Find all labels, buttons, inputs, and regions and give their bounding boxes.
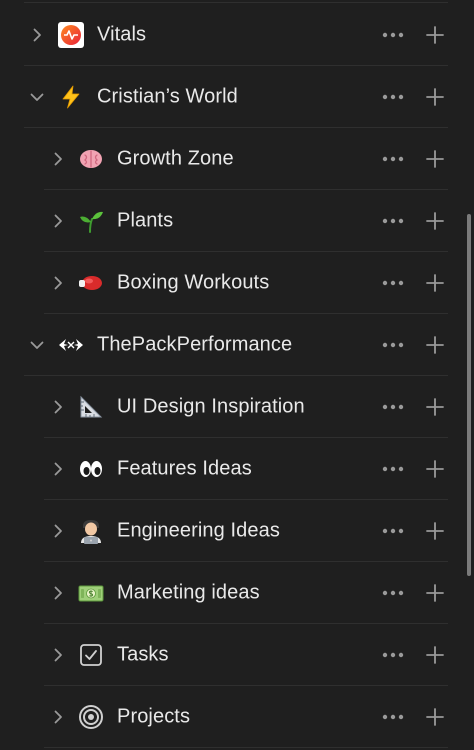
add-icon[interactable]: [424, 582, 446, 604]
lightning-icon: [57, 83, 85, 111]
more-options-icon[interactable]: [380, 149, 406, 169]
sidebar-item-features-ideas[interactable]: Features Ideas: [44, 438, 448, 500]
add-icon[interactable]: [424, 24, 446, 46]
more-options-icon[interactable]: [380, 583, 406, 603]
vitals-logo-icon: [57, 21, 85, 49]
chevron-right-icon[interactable]: [48, 707, 68, 727]
sidebar-item-label: Projects: [117, 705, 191, 727]
more-options-icon[interactable]: [380, 25, 406, 45]
scrollbar[interactable]: [467, 214, 471, 576]
sidebar-item-label: Boxing Workouts: [117, 271, 270, 293]
add-icon[interactable]: [424, 644, 446, 666]
chevron-right-icon[interactable]: [48, 521, 68, 541]
sidebar-item-label: Vitals: [97, 23, 147, 45]
add-icon[interactable]: [424, 210, 446, 232]
chevron-right-icon[interactable]: [48, 583, 68, 603]
sidebar-item-label: Features Ideas: [117, 457, 252, 479]
brain-icon: [77, 145, 105, 173]
chevron-right-icon[interactable]: [27, 25, 47, 45]
pack-logo-icon: [57, 331, 85, 359]
technologist-icon: [77, 517, 105, 545]
add-icon[interactable]: [424, 86, 446, 108]
more-options-icon[interactable]: [380, 87, 406, 107]
chevron-right-icon[interactable]: [48, 397, 68, 417]
sidebar-item-label: Tasks: [117, 643, 169, 665]
sidebar-item-label: Cristian’s World: [97, 85, 238, 107]
sidebar-item-thepackperformance[interactable]: ThePackPerformance: [24, 314, 448, 376]
triangular-ruler-icon: [77, 393, 105, 421]
dollar-banknote-icon: [77, 579, 105, 607]
sidebar-item-growth-zone[interactable]: Growth Zone: [44, 128, 448, 190]
sidebar-item-plants[interactable]: Plants: [44, 190, 448, 252]
more-options-icon[interactable]: [380, 211, 406, 231]
chevron-right-icon[interactable]: [48, 273, 68, 293]
seedling-icon: [77, 207, 105, 235]
more-options-icon[interactable]: [380, 459, 406, 479]
sidebar: Vitals Cristian’s World Growth Zone Plan…: [0, 0, 474, 750]
add-icon[interactable]: [424, 272, 446, 294]
more-options-icon[interactable]: [380, 273, 406, 293]
sidebar-item-marketing-ideas[interactable]: Marketing ideas: [44, 562, 448, 624]
add-icon[interactable]: [424, 520, 446, 542]
chevron-right-icon[interactable]: [48, 149, 68, 169]
add-icon[interactable]: [424, 334, 446, 356]
sidebar-item-label: Engineering Ideas: [117, 519, 280, 541]
sidebar-item-vitals[interactable]: Vitals: [24, 4, 448, 66]
eyes-icon: [77, 455, 105, 483]
checkbox-icon: [77, 641, 105, 669]
add-icon[interactable]: [424, 706, 446, 728]
sidebar-item-label: Marketing ideas: [117, 581, 260, 603]
more-options-icon[interactable]: [380, 335, 406, 355]
more-options-icon[interactable]: [380, 397, 406, 417]
target-icon: [77, 703, 105, 731]
sidebar-item-label: Plants: [117, 209, 174, 231]
add-icon[interactable]: [424, 396, 446, 418]
more-options-icon[interactable]: [380, 707, 406, 727]
add-icon[interactable]: [424, 458, 446, 480]
more-options-icon[interactable]: [380, 645, 406, 665]
chevron-down-icon[interactable]: [27, 87, 47, 107]
sidebar-item-tasks[interactable]: Tasks: [44, 624, 448, 686]
chevron-right-icon[interactable]: [48, 459, 68, 479]
sidebar-item-cristians-world[interactable]: Cristian’s World: [24, 66, 448, 128]
sidebar-item-label: ThePackPerformance: [97, 333, 293, 355]
more-options-icon[interactable]: [380, 521, 406, 541]
chevron-right-icon[interactable]: [48, 211, 68, 231]
sidebar-item-boxing-workouts[interactable]: Boxing Workouts: [44, 252, 448, 314]
sidebar-item-label: UI Design Inspiration: [117, 395, 305, 417]
chevron-right-icon[interactable]: [48, 645, 68, 665]
sidebar-item-projects[interactable]: Projects: [44, 686, 448, 748]
sidebar-item-label: Growth Zone: [117, 147, 234, 169]
chevron-down-icon[interactable]: [27, 335, 47, 355]
boxing-glove-icon: [77, 269, 105, 297]
divider: [24, 2, 448, 3]
sidebar-item-engineering-ideas[interactable]: Engineering Ideas: [44, 500, 448, 562]
add-icon[interactable]: [424, 148, 446, 170]
sidebar-item-ui-design-inspiration[interactable]: UI Design Inspiration: [44, 376, 448, 438]
